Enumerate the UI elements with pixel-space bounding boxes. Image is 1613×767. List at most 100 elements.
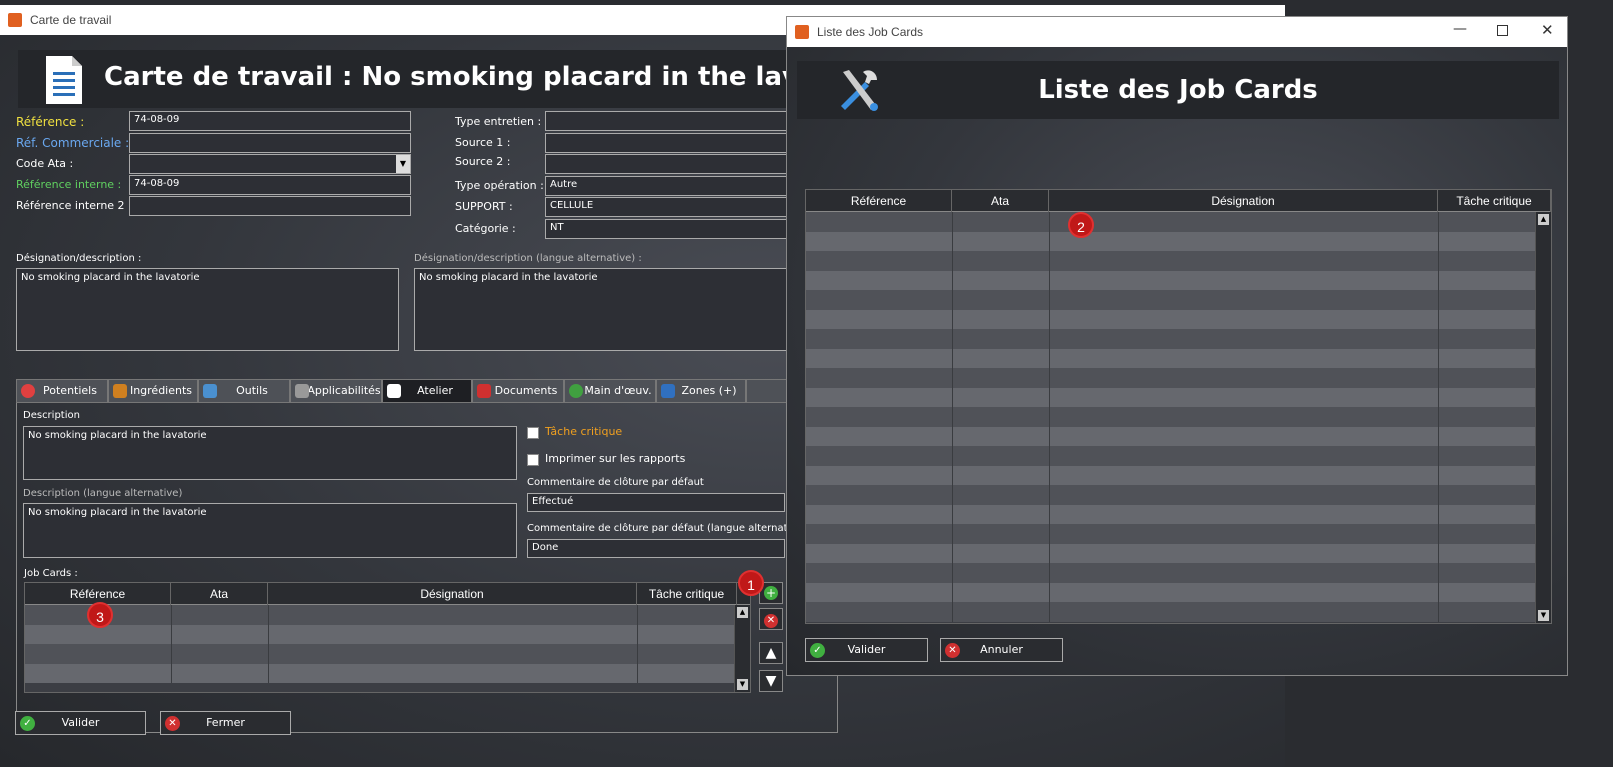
valider-label: Valider <box>847 643 886 656</box>
commentaire-alt-field[interactable]: Done <box>527 539 785 558</box>
job-cards-list-grid[interactable]: Référence Ata Désignation Tâche critique… <box>805 189 1552 624</box>
step-marker-2: 2 <box>1068 212 1094 238</box>
categorie-select[interactable]: NT <box>545 219 805 239</box>
scroll-up-icon[interactable]: ▲ <box>737 607 748 618</box>
table-row[interactable] <box>806 270 1535 290</box>
check-icon: ✓ <box>20 716 35 731</box>
tab-zones[interactable]: Zones (+) <box>656 379 746 403</box>
valider-button[interactable]: ✓ Valider <box>15 711 146 735</box>
tab-atelier[interactable]: Atelier <box>382 379 472 403</box>
table-row[interactable] <box>806 348 1535 368</box>
type-operation-label: Type opération : <box>455 179 544 192</box>
table-row[interactable] <box>806 407 1535 427</box>
minimize-icon[interactable]: — <box>1453 21 1467 37</box>
fermer-button[interactable]: ✕ Fermer <box>160 711 291 735</box>
table-row[interactable] <box>806 543 1535 563</box>
imprimer-checkbox[interactable] <box>527 454 539 466</box>
ref-commerciale-label: Réf. Commerciale : <box>16 136 130 150</box>
table-row[interactable] <box>25 605 734 625</box>
scroll-up-icon[interactable]: ▲ <box>1538 214 1549 225</box>
table-row[interactable] <box>806 524 1535 544</box>
tab-main-oeuvre[interactable]: Main d'œuv. <box>564 379 656 403</box>
source1-field[interactable] <box>545 133 805 153</box>
table-row[interactable] <box>806 485 1535 505</box>
tab-ingredients[interactable]: Ingrédients <box>108 379 198 403</box>
table-row[interactable] <box>25 644 734 664</box>
reference-field[interactable]: 74-08-09 <box>129 111 411 131</box>
tab-documents[interactable]: Documents <box>472 379 564 403</box>
valider-button[interactable]: ✓ Valider <box>805 638 928 662</box>
table-row[interactable] <box>806 563 1535 583</box>
ref-interne2-field[interactable] <box>129 196 411 216</box>
support-select[interactable]: CELLULE <box>545 197 805 217</box>
ref-commerciale-field[interactable] <box>129 133 411 153</box>
vertical-scrollbar[interactable]: ▲ ▼ <box>734 605 750 692</box>
vertical-scrollbar[interactable]: ▲ ▼ <box>1535 212 1551 623</box>
type-operation-select[interactable]: Autre <box>545 176 805 196</box>
table-row[interactable] <box>806 602 1535 622</box>
source2-field[interactable] <box>545 154 805 174</box>
col-designation[interactable]: Désignation <box>268 583 637 605</box>
move-up-button[interactable]: ▲ <box>759 642 783 664</box>
grid-header: Référence Ata Désignation Tâche critique <box>806 190 1551 212</box>
description-label: Description <box>23 410 80 421</box>
annuler-button[interactable]: ✕ Annuler <box>940 638 1063 662</box>
tab-applicabilites[interactable]: Applicabilités <box>290 379 382 403</box>
page-title: Liste des Job Cards <box>1038 75 1318 105</box>
table-row[interactable] <box>806 504 1535 524</box>
dropdown-arrow-icon[interactable]: ▼ <box>396 155 410 173</box>
app-icon <box>8 13 22 27</box>
maximize-icon[interactable] <box>1497 25 1508 36</box>
table-row[interactable] <box>25 624 734 644</box>
col-ata[interactable]: Ata <box>952 190 1049 212</box>
tache-critique-checkbox[interactable] <box>527 427 539 439</box>
window-title: Carte de travail <box>30 13 112 27</box>
col-ata[interactable]: Ata <box>171 583 268 605</box>
table-row[interactable] <box>806 231 1535 251</box>
description-alt-textarea[interactable]: No smoking placard in the lavatorie <box>23 503 517 558</box>
table-row[interactable] <box>806 309 1535 329</box>
scroll-down-icon[interactable]: ▼ <box>1538 610 1549 621</box>
table-row[interactable] <box>806 426 1535 446</box>
step-marker-1: 1 <box>738 570 764 596</box>
type-entretien-select[interactable] <box>545 111 805 131</box>
tools-icon <box>203 384 217 398</box>
commentaire-field[interactable]: Effectué <box>527 493 785 512</box>
move-down-button[interactable]: ▼ <box>759 670 783 692</box>
table-row[interactable] <box>25 663 734 683</box>
tab-potentiels[interactable]: Potentiels <box>16 379 108 403</box>
close-icon[interactable]: ✕ <box>1541 21 1554 39</box>
annuler-label: Annuler <box>980 643 1023 656</box>
scroll-down-icon[interactable]: ▼ <box>737 679 748 690</box>
col-tache-critique[interactable]: Tâche critique <box>1438 190 1551 212</box>
col-reference[interactable]: Référence <box>806 190 952 212</box>
designation-textarea[interactable]: No smoking placard in the lavatorie <box>16 268 399 351</box>
table-row[interactable] <box>806 582 1535 602</box>
table-row[interactable] <box>806 212 1535 232</box>
tache-critique-label: Tâche critique <box>545 425 623 438</box>
window-titlebar[interactable]: Liste des Job Cards — ✕ <box>787 17 1567 47</box>
tab-label: Outils <box>236 384 268 397</box>
table-row[interactable] <box>806 368 1535 388</box>
page-title: Carte de travail : No smoking placard in… <box>104 62 869 92</box>
table-row[interactable] <box>806 446 1535 466</box>
code-ata-select[interactable]: ▼ <box>129 154 411 174</box>
remove-jobcard-button[interactable]: ✕ <box>759 608 783 630</box>
tab-label: Atelier <box>417 384 453 397</box>
table-row[interactable] <box>806 290 1535 310</box>
plus-icon: + <box>764 586 778 600</box>
check-icon: ✓ <box>810 643 825 658</box>
table-row[interactable] <box>806 387 1535 407</box>
table-row[interactable] <box>806 465 1535 485</box>
table-row[interactable] <box>806 251 1535 271</box>
stripes-icon <box>295 384 309 398</box>
col-tache-critique[interactable]: Tâche critique <box>637 583 737 605</box>
ref-interne-field[interactable]: 74-08-09 <box>129 175 411 195</box>
jobcards-grid[interactable]: Référence Ata Désignation Tâche critique… <box>24 582 751 693</box>
description-textarea[interactable]: No smoking placard in the lavatorie <box>23 426 517 480</box>
col-designation[interactable]: Désignation <box>1049 190 1438 212</box>
table-row[interactable] <box>806 329 1535 349</box>
title-banner: Carte de travail : No smoking placard in… <box>18 50 869 108</box>
designation-alt-textarea[interactable]: No smoking placard in the lavatorie <box>414 268 814 351</box>
tab-outils[interactable]: Outils <box>198 379 290 403</box>
